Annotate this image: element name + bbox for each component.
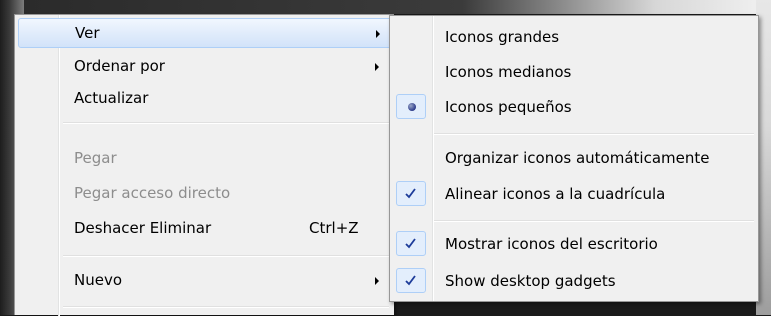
menu-item-label: Pegar acceso directo	[74, 184, 231, 202]
menu-item-ordenar-por[interactable]: Ordenar por	[18, 52, 392, 82]
desktop-background-top	[0, 0, 771, 14]
check-indicator	[396, 231, 426, 256]
radio-indicator	[396, 94, 426, 119]
checkmark-icon	[405, 238, 416, 249]
menu-item-deshacer-eliminar[interactable]: Deshacer Eliminar Ctrl+Z	[18, 214, 392, 244]
submenu-item-alinear-iconos[interactable]: Alinear iconos a la cuadrícula	[393, 179, 755, 210]
check-indicator	[396, 181, 426, 206]
menu-item-ver[interactable]: Ver	[18, 18, 392, 48]
menu-separator	[63, 306, 389, 308]
menu-separator	[63, 255, 389, 257]
menu-item-label: Deshacer Eliminar	[74, 219, 212, 237]
menu-item-label: Actualizar	[74, 89, 149, 107]
menu-item-label: Ver	[75, 24, 100, 42]
submenu-item-label: Iconos pequeños	[445, 98, 572, 116]
submenu-item-label: Iconos grandes	[445, 28, 560, 46]
menu-item-label: Ordenar por	[74, 57, 165, 75]
submenu-separator	[434, 133, 754, 135]
submenu-item-mostrar-iconos[interactable]: Mostrar iconos del escritorio	[393, 229, 755, 260]
menu-item-nuevo[interactable]: Nuevo	[18, 266, 392, 296]
menu-item-shortcut: Ctrl+Z	[309, 219, 359, 237]
submenu-item-show-gadgets[interactable]: Show desktop gadgets	[393, 266, 755, 297]
checkmark-icon	[405, 188, 416, 199]
submenu-item-label: Organizar iconos automáticamente	[445, 149, 710, 167]
menu-separator	[63, 122, 389, 124]
menu-item-pegar[interactable]: Pegar	[18, 144, 392, 174]
checkmark-icon	[405, 275, 416, 286]
submenu-separator	[434, 220, 754, 222]
submenu-item-iconos-grandes[interactable]: Iconos grandes	[393, 22, 755, 53]
menu-item-label: Nuevo	[74, 271, 123, 289]
submenu-arrow-icon	[375, 277, 379, 285]
menu-item-pegar-acceso-directo[interactable]: Pegar acceso directo	[18, 179, 392, 209]
submenu-arrow-icon	[375, 63, 379, 71]
check-indicator	[396, 268, 426, 293]
menu-item-actualizar[interactable]: Actualizar	[18, 84, 392, 114]
submenu-item-label: Show desktop gadgets	[445, 272, 616, 290]
submenu-item-organizar-iconos[interactable]: Organizar iconos automáticamente	[393, 143, 755, 174]
submenu-item-iconos-pequenos[interactable]: Iconos pequeños	[393, 92, 755, 123]
submenu-item-label: Iconos medianos	[445, 63, 572, 81]
submenu-item-label: Mostrar iconos del escritorio	[445, 235, 658, 253]
menu-item-label: Pegar	[74, 149, 117, 167]
radio-selected-icon	[408, 103, 416, 111]
submenu-item-iconos-medianos[interactable]: Iconos medianos	[393, 57, 755, 88]
desktop-context-menu: Ver Ordenar por Actualizar Pegar Pegar a…	[14, 14, 394, 316]
submenu-item-label: Alinear iconos a la cuadrícula	[445, 185, 666, 203]
submenu-arrow-icon	[376, 30, 380, 38]
view-submenu: Iconos grandes Iconos medianos Iconos pe…	[389, 15, 759, 302]
